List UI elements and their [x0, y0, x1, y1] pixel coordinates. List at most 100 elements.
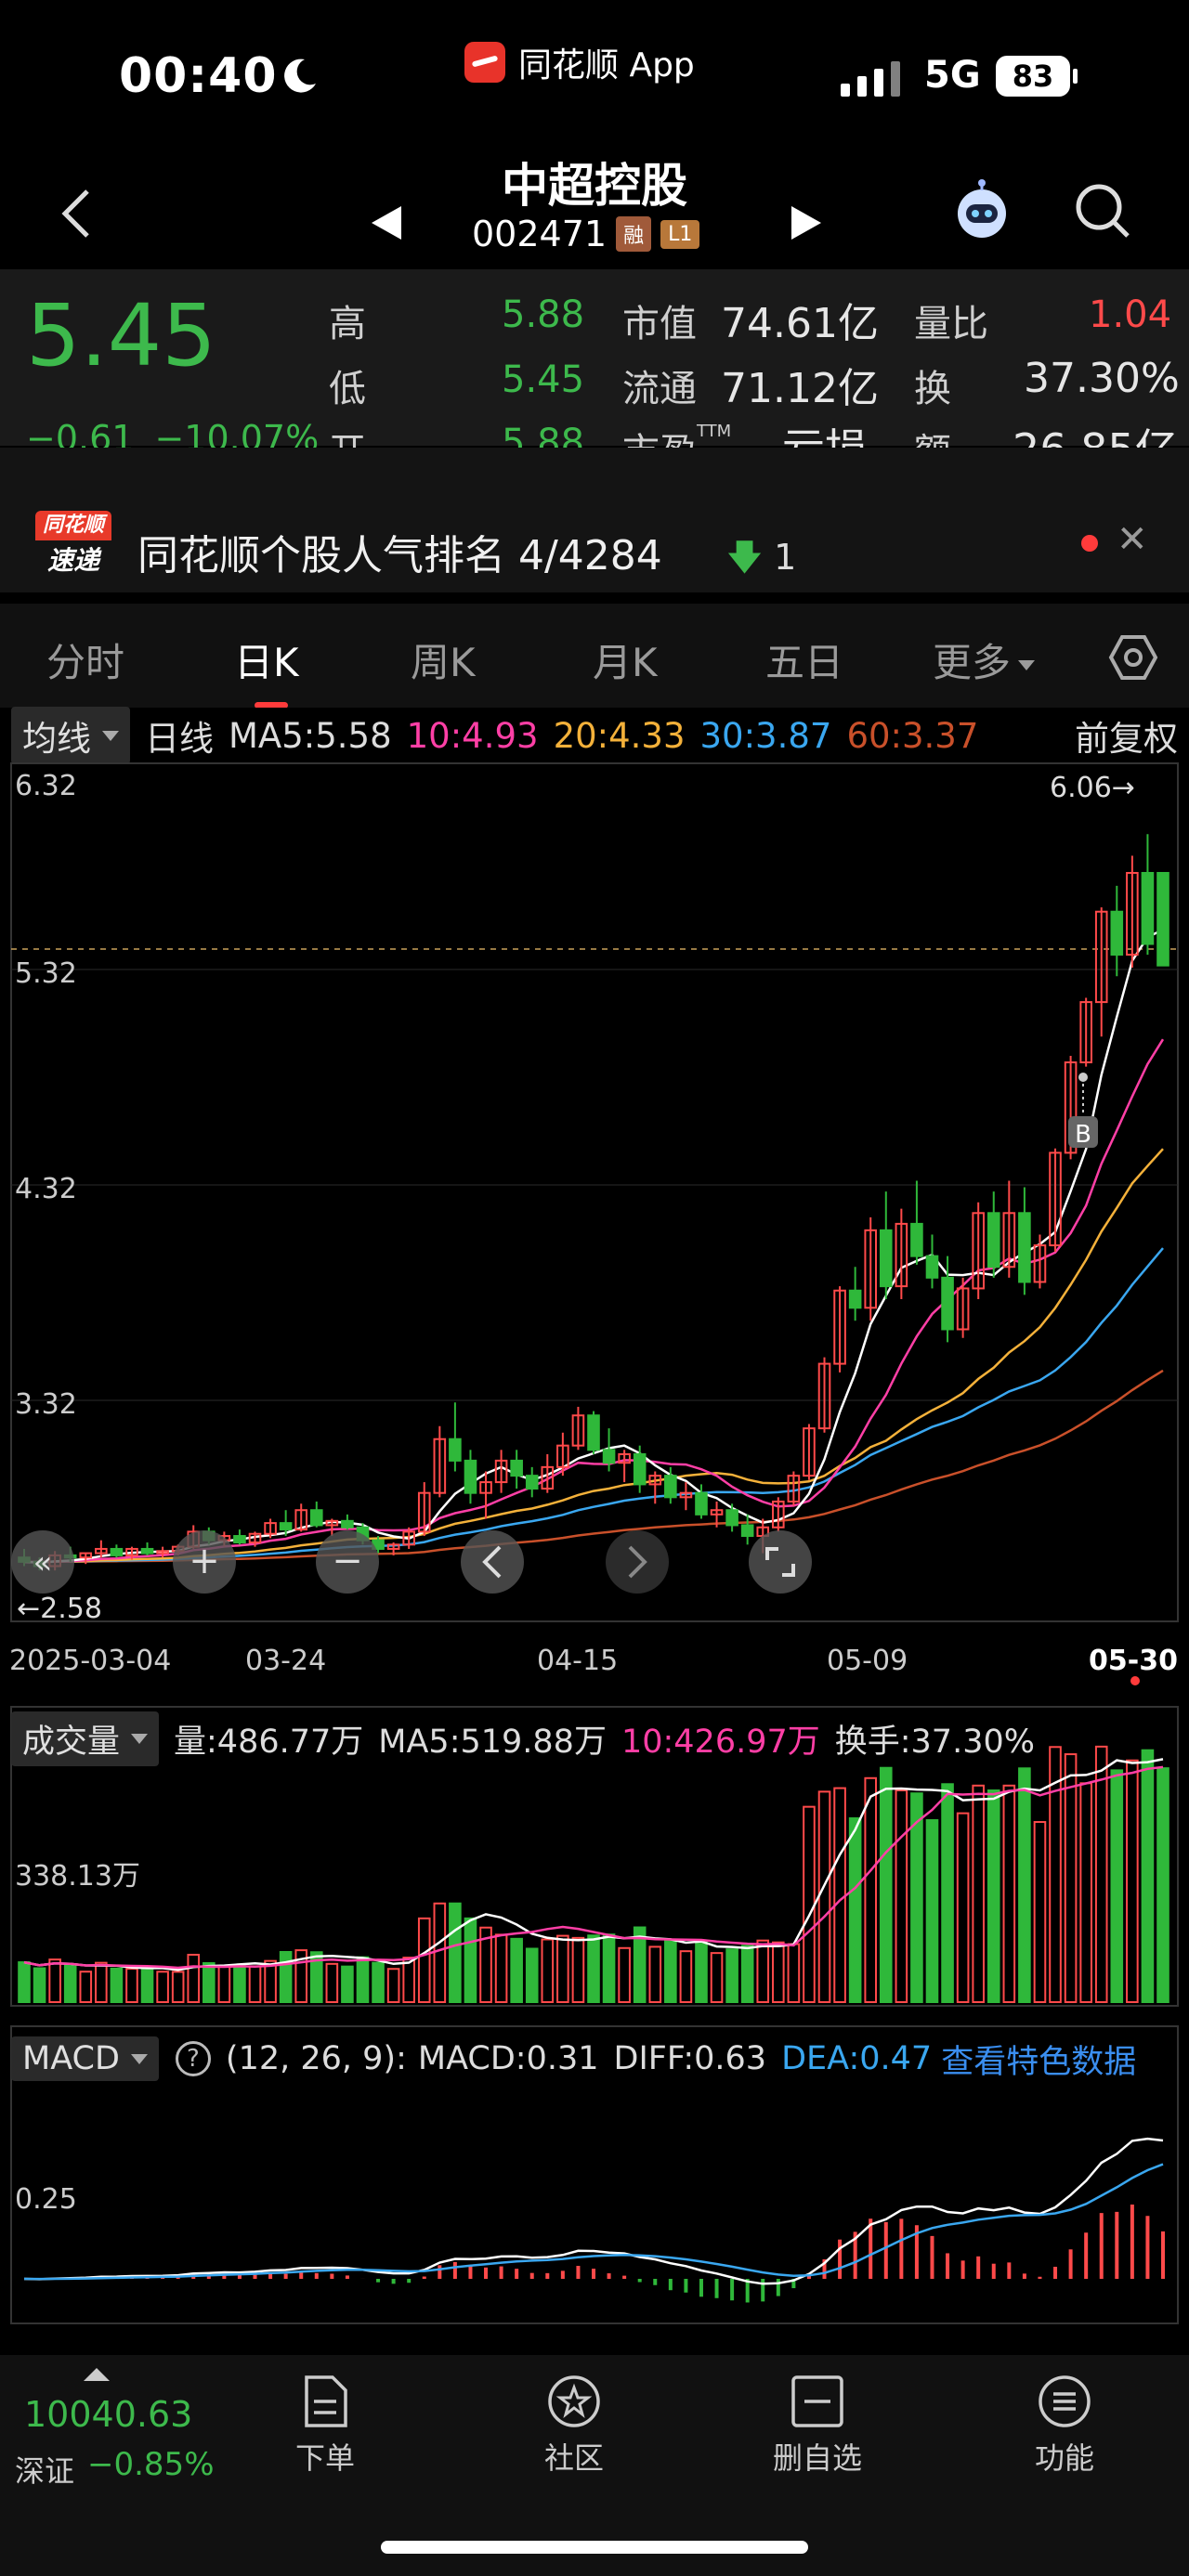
order-button[interactable]: 下单	[251, 2374, 399, 2478]
x-tick: 03-24	[245, 1645, 326, 1677]
tab-five-day[interactable]: 五日	[765, 631, 843, 688]
macd-y-tick: 0.25	[15, 2183, 77, 2216]
assistant-robot-icon[interactable]	[947, 176, 1016, 245]
candle	[525, 1466, 539, 1498]
community-button[interactable]: 社区	[500, 2374, 648, 2478]
adjust-mode[interactable]: 前复权	[1075, 710, 1178, 761]
candle	[740, 1514, 754, 1545]
candle	[864, 1216, 878, 1321]
volume-bar	[510, 1937, 523, 2004]
chart-period-tabs: 分时 日K 周K 月K 五日 更多	[0, 604, 1189, 709]
volume-bar	[1156, 1767, 1169, 2004]
candle	[803, 1424, 816, 1480]
tab-monthly-k[interactable]: 月K	[593, 631, 658, 688]
status-bar: 00:40 同花顺 App 5G 83	[0, 0, 1189, 158]
document-icon	[305, 2375, 347, 2427]
search-icon[interactable]	[1068, 176, 1137, 245]
ma10-value: 10:4.93	[406, 715, 539, 756]
candle	[587, 1411, 600, 1454]
battery-icon: 83	[996, 56, 1078, 97]
volume-bar	[1033, 1821, 1047, 2003]
y-tick: 5.32	[15, 957, 77, 990]
macd-indicator-row: MACD ? (12, 26, 9): MACD:0.31 DIFF:0.63 …	[0, 2030, 1189, 2088]
index-change: −0.85%	[87, 2446, 215, 2483]
tab-daily-k[interactable]: 日K	[234, 631, 299, 709]
candle	[925, 1234, 939, 1289]
indicator-select[interactable]: 均线	[11, 707, 130, 764]
candle	[956, 1277, 970, 1338]
ma60-value: 60:3.37	[846, 715, 979, 756]
kline-chart[interactable]: 6.32 5.32 4.32 3.32 6.06→ ←2.58 B « + − …	[0, 761, 1189, 2355]
candle	[648, 1471, 662, 1504]
chart-settings-icon[interactable]	[1107, 631, 1159, 683]
volume-bar	[1126, 1759, 1139, 2003]
stock-code: 002471	[472, 214, 608, 254]
plus-icon: +	[189, 1540, 220, 1582]
candle	[1110, 885, 1124, 977]
app-indicator: 同花顺 App	[464, 37, 695, 87]
scroll-right-button[interactable]	[606, 1530, 669, 1594]
volume-bar	[725, 1948, 738, 2003]
index-value[interactable]: 10040.63	[24, 2394, 192, 2435]
candle	[817, 1357, 831, 1433]
candle	[1018, 1187, 1031, 1295]
candle	[464, 1450, 477, 1504]
close-icon[interactable]: ✕	[1117, 518, 1148, 561]
volume-value: 量:486.77万	[174, 1723, 364, 1761]
volume-bar	[602, 1933, 616, 2004]
tab-intraday[interactable]: 分时	[46, 631, 124, 688]
remove-watchlist-button[interactable]: 删自选	[743, 2374, 892, 2478]
popularity-banner[interactable]: 同花顺 速递 同花顺个股人气排名 4/4284 🡇 1 ✕	[0, 448, 1189, 592]
candle	[479, 1471, 492, 1519]
current-price: 5.45	[26, 286, 216, 385]
volume-bar	[325, 1962, 339, 2004]
tab-more[interactable]: 更多	[933, 631, 1036, 688]
fullscreen-button[interactable]	[749, 1530, 812, 1594]
prev-stock-icon[interactable]	[370, 204, 403, 241]
expand-up-icon[interactable]	[84, 2368, 110, 2381]
functions-button[interactable]: 功能	[990, 2374, 1139, 2478]
volume-bar	[203, 1962, 216, 2003]
candle	[895, 1208, 908, 1300]
volume-bar	[79, 1971, 93, 2003]
volume-bar	[18, 1961, 31, 2004]
volume-bar	[803, 1805, 816, 2003]
help-icon[interactable]: ?	[175, 2041, 211, 2076]
volume-bar	[817, 1790, 831, 2003]
volume-bar	[187, 1953, 201, 2004]
scroll-left-button[interactable]	[461, 1530, 524, 1594]
back-arrow-icon[interactable]	[56, 186, 97, 241]
candle	[494, 1450, 508, 1493]
tab-weekly-k[interactable]: 周K	[411, 631, 476, 688]
volume-bar	[95, 1961, 108, 2003]
popularity-rank-text: 同花顺个股人气排名 4/4284	[137, 532, 662, 579]
candle	[1002, 1180, 1016, 1278]
dea-value: DEA:0.47	[781, 2040, 933, 2077]
candle	[787, 1471, 801, 1506]
volume-bar	[941, 1783, 954, 2004]
macd-select[interactable]: MACD	[11, 2036, 159, 2081]
ma5-value: MA5:5.58	[229, 715, 392, 756]
high-value: 5.88	[502, 293, 585, 336]
y-tick: 6.32	[15, 770, 77, 802]
volume-bar	[1064, 1753, 1078, 2004]
volume-select[interactable]: 成交量	[11, 1711, 160, 1766]
buy-marker-label: B	[1075, 1121, 1091, 1149]
bottom-toolbar: 10040.63 深证 −0.85% 下单 社区 删自选 功能	[0, 2355, 1189, 2576]
volume-bar	[756, 1939, 770, 2004]
next-stock-icon[interactable]	[790, 204, 823, 241]
volume-bar	[233, 1965, 246, 2003]
volume-ma10: 10:426.97万	[621, 1723, 820, 1761]
network-type: 5G	[924, 54, 981, 97]
volume-bar	[464, 1917, 477, 2004]
candle	[772, 1497, 785, 1532]
volume-bar	[787, 1943, 801, 2004]
candle	[449, 1402, 462, 1472]
volume-bar	[648, 1945, 662, 2003]
volume-bar	[140, 1967, 154, 2004]
candle	[972, 1202, 985, 1300]
volume-bar	[33, 1967, 46, 2004]
volume-bar	[386, 1968, 400, 2003]
candle	[986, 1191, 1000, 1278]
feature-data-link[interactable]: 查看特色数据	[941, 2036, 1136, 2083]
